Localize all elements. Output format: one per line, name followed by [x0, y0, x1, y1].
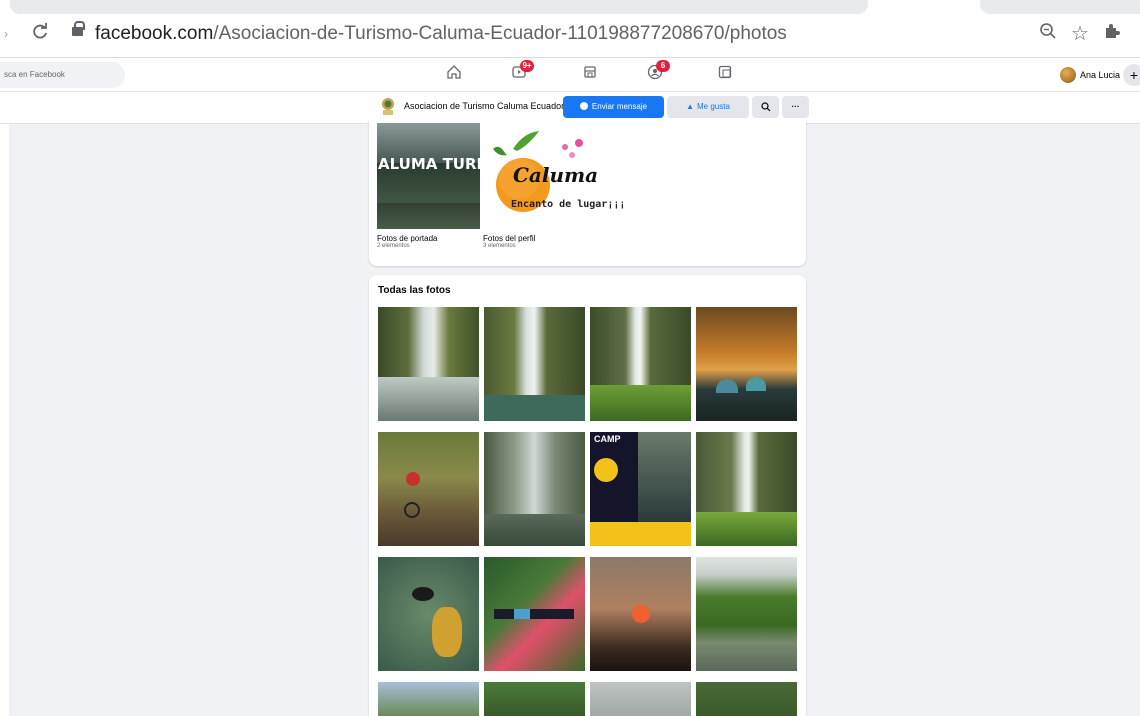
extensions-icon[interactable]	[1100, 22, 1124, 46]
page-name[interactable]: Asociacion de Turismo Caluma Ecuador	[404, 101, 564, 111]
search-icon	[760, 102, 770, 112]
photo-tile[interactable]	[590, 307, 691, 421]
send-message-button[interactable]: Enviar mensaje	[563, 96, 664, 118]
page-logo-icon[interactable]	[380, 97, 396, 117]
photo-tile[interactable]	[590, 557, 691, 671]
forward-icon[interactable]: ›	[0, 22, 18, 46]
browser-toolbar: › facebook.com/Asociacion-de-Turismo-Cal…	[0, 0, 1140, 58]
messenger-icon	[579, 102, 588, 110]
photo-tile[interactable]	[696, 307, 797, 421]
user-name: Ana Lucia	[1080, 70, 1121, 80]
like-button[interactable]: ▲ Me gusta	[667, 96, 749, 118]
home-icon[interactable]	[443, 64, 465, 86]
photo-tile[interactable]	[484, 557, 585, 671]
more-options-button[interactable]: ···	[782, 96, 809, 118]
album-title[interactable]: Fotos del perfil	[483, 234, 588, 243]
watch-badge: 9+	[520, 60, 534, 72]
photo-tile[interactable]	[696, 432, 797, 546]
address-bar[interactable]: facebook.com/Asociacion-de-Turismo-Calum…	[95, 22, 787, 46]
photo-tile[interactable]: CAMP	[590, 432, 691, 546]
photo-tile[interactable]	[484, 432, 585, 546]
photo-tile[interactable]	[378, 682, 479, 716]
camp-poster-text: CAMP	[594, 434, 621, 444]
photo-tile[interactable]	[484, 307, 585, 421]
all-photos-card: Todas las fotos CAMP	[369, 275, 806, 716]
send-message-label: Enviar mensaje	[591, 102, 648, 111]
facebook-topbar: sca en Facebook 9+ 6 Ana Lucia +	[0, 58, 1140, 92]
user-profile-chip[interactable]: Ana Lucia	[1060, 64, 1120, 86]
create-button[interactable]: +	[1123, 64, 1140, 86]
browser-tab[interactable]	[10, 0, 868, 14]
facebook-search-input[interactable]: sca en Facebook	[0, 62, 125, 88]
thumbs-up-icon: ▲	[686, 102, 694, 111]
photo-tile[interactable]	[590, 682, 691, 716]
like-label: Me gusta	[697, 102, 730, 111]
album-count: 2 elementos	[377, 243, 410, 249]
reload-icon[interactable]	[28, 22, 52, 46]
album-profile-photos[interactable]: Caluma Encanto de lugar¡¡¡ Fotos del per…	[483, 123, 625, 249]
logo-subtitle: Encanto de lugar¡¡¡	[511, 199, 626, 210]
album-title[interactable]: Fotos de portada	[377, 234, 480, 243]
album-count: 3 elementos	[483, 243, 516, 249]
groups-badge: 6	[656, 60, 670, 72]
photo-tile[interactable]	[484, 682, 585, 716]
avatar	[1060, 67, 1076, 83]
lock-icon[interactable]	[72, 21, 85, 36]
star-icon[interactable]: ☆	[1068, 22, 1092, 46]
section-title: Todas las fotos	[378, 285, 451, 296]
tab-strip	[0, 0, 1140, 14]
marketplace-icon[interactable]	[579, 64, 601, 86]
album-cover-text: ALUMA TURISTIC	[378, 155, 480, 173]
albums-card: ALUMA TURISTIC Fotos de portada 2 elemen…	[369, 118, 806, 266]
zoom-icon[interactable]	[1036, 22, 1060, 46]
logo-title: Caluma	[513, 163, 599, 187]
url-domain: facebook.com	[95, 23, 214, 44]
album-cover-image[interactable]: ALUMA TURISTIC	[377, 123, 480, 229]
gaming-icon[interactable]	[714, 64, 736, 86]
browser-tab-new[interactable]	[980, 0, 1140, 14]
left-margin	[0, 92, 9, 716]
photo-tile[interactable]	[696, 557, 797, 671]
photo-tile[interactable]	[696, 682, 797, 716]
photo-tile[interactable]	[378, 557, 479, 671]
album-cover-photos[interactable]: ALUMA TURISTIC Fotos de portada 2 elemen…	[377, 123, 480, 249]
page-search-button[interactable]	[752, 96, 779, 118]
photo-tile[interactable]	[378, 307, 479, 421]
photo-tile[interactable]	[378, 432, 479, 546]
url-path: /Asociacion-de-Turismo-Caluma-Ecuador-11…	[213, 23, 787, 44]
album-profile-image[interactable]: Caluma Encanto de lugar¡¡¡	[483, 123, 626, 229]
